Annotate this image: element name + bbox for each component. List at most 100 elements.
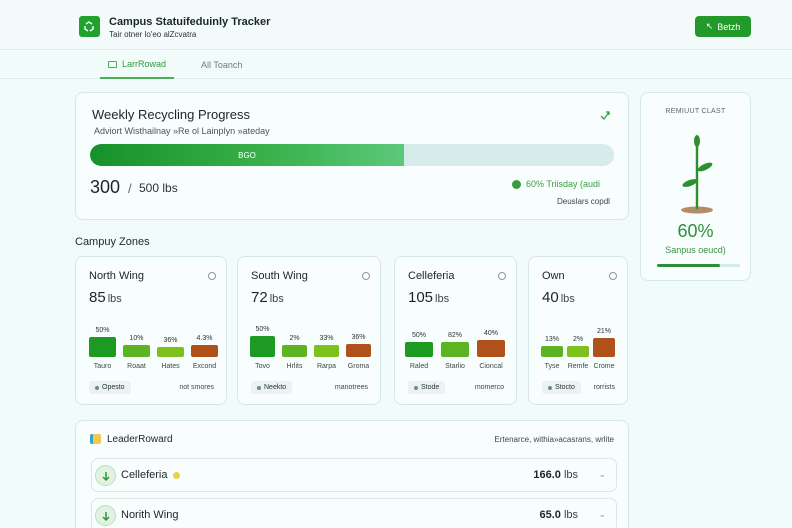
info-icon[interactable] — [498, 272, 506, 280]
plant-icon — [681, 135, 713, 214]
zone-weight-value: 105 — [408, 289, 434, 306]
leaderboard-name: Norith Wing — [121, 509, 178, 521]
dot-icon — [257, 385, 261, 390]
side-progress-bar — [657, 264, 740, 267]
refresh-icon[interactable] — [599, 109, 611, 121]
zone-weight-value: 85 — [89, 289, 106, 306]
leaderboard-name: Celleferia — [121, 469, 181, 481]
zone-weight-unit: lbs — [560, 293, 575, 305]
leaderboard-card: LeaderRoward Ertenarce, withia»acasrans,… — [75, 420, 629, 528]
zone-weight: 85 lbs — [89, 289, 122, 306]
dot-icon — [95, 385, 99, 390]
zone-bar-value: 2% — [289, 335, 300, 342]
zone-chart: 13% 2% 21% — [529, 315, 627, 357]
zone-bar — [441, 342, 469, 357]
leaf-icon — [101, 471, 110, 481]
side-title: REMIUUT CLAST — [665, 108, 726, 115]
info-icon[interactable] — [609, 272, 617, 280]
progress-current: 300 — [90, 177, 121, 197]
zone-avatar — [95, 465, 116, 486]
zone-bar — [405, 342, 433, 357]
zone-note: not smores — [179, 384, 214, 391]
zone-bar — [314, 345, 339, 357]
zone-bar-category: Rarpa — [316, 363, 337, 370]
info-icon[interactable] — [362, 272, 370, 280]
zone-card[interactable]: Own 40 lbs Tyse Remfe Crome 13% 2% 21% Stocto rorr… — [528, 256, 628, 405]
zone-tag[interactable]: Stocto — [542, 381, 581, 394]
zone-tag-label: Neekto — [264, 384, 287, 391]
leaderboard-name-text: Norith Wing — [121, 509, 179, 521]
zone-name: Own — [542, 270, 565, 282]
goal-side-card: REMIUUT CLAST 60% Sanpus oeucd) — [640, 92, 751, 281]
zone-bar — [541, 346, 563, 357]
zone-bar-category: Raled — [409, 363, 429, 370]
zone-weight-unit: lbs — [107, 293, 122, 305]
zone-note: momerco — [474, 384, 504, 391]
zone-bar-category: Tauro — [93, 363, 112, 370]
chevron-down-icon[interactable]: ⌄ — [598, 469, 606, 480]
leaderboard-row[interactable]: Norith Wing 65.0 lbs ⌄ — [91, 498, 617, 528]
zone-name: Celleferia — [408, 270, 455, 282]
zone-tag-label: Stode — [421, 384, 440, 391]
progress-title: Weekly Recycling Progress — [92, 107, 250, 122]
check-icon — [512, 179, 521, 189]
recycle-icon — [84, 21, 94, 32]
tab-label: LarrRowad — [122, 59, 167, 69]
progress-bar: BGO — [90, 144, 614, 166]
zone-tag[interactable]: Neekto — [251, 381, 293, 394]
zone-card[interactable]: South Wing 72 lbs Tovo Hrlits Rarpa Groma 50% 2%… — [237, 256, 381, 405]
trophy-icon — [90, 434, 101, 444]
tab-leaderboard[interactable]: LarrRowad — [100, 51, 174, 79]
leaderboard-value-number: 65.0 — [539, 509, 561, 521]
dot-icon — [548, 385, 552, 390]
progress-bar-label: BGO — [238, 150, 256, 160]
zone-tag[interactable]: Stode — [408, 381, 446, 394]
progress-goal: 500 lbs — [139, 181, 178, 195]
zone-bar-value: 21% — [596, 328, 611, 335]
progress-footer: Deuslars copdl — [557, 197, 610, 206]
badge-icon — [173, 471, 181, 479]
zone-bar-value: 50% — [411, 332, 426, 339]
zone-weight-value: 72 — [251, 289, 268, 306]
zone-weight-unit: lbs — [435, 293, 450, 305]
zone-name: North Wing — [89, 270, 145, 282]
zone-bar — [123, 345, 150, 357]
tab-all[interactable]: All Toanch — [201, 51, 242, 79]
zone-avatar — [95, 505, 116, 526]
zone-bar-category: Excond — [192, 363, 217, 370]
zone-bar — [157, 347, 184, 357]
header-action-button[interactable]: ↖ Betzh — [695, 16, 751, 37]
zones-title: Campuy Zones — [75, 236, 150, 248]
chevron-down-icon[interactable]: ⌄ — [598, 509, 606, 520]
progress-percent: 60% Triisday (audi — [512, 179, 600, 189]
zone-bar-value: 50% — [95, 327, 110, 334]
zone-weight: 72 lbs — [251, 289, 284, 306]
zone-bar — [567, 346, 589, 357]
progress-subtitle: Adviort Wisthailnay »Re ol Lainplyn »ate… — [94, 126, 270, 136]
zone-bar-category: Hates — [161, 363, 180, 370]
app-subtitle: Tair otner lo'eo alZcvatra — [109, 30, 197, 39]
zone-bar-value: 33% — [319, 335, 334, 342]
leaderboard-value: 166.0 lbs — [533, 469, 578, 481]
weekly-progress-card: Weekly Recycling Progress Adviort Wistha… — [75, 92, 629, 220]
zone-card[interactable]: North Wing 85 lbs Tauro Roaat Hates Excond 50% 1… — [75, 256, 227, 405]
zone-card[interactable]: Celleferia 105 lbs Raled Starlio Cioncal 50% 82… — [394, 256, 517, 405]
zone-weight-unit: lbs — [269, 293, 284, 305]
leaderboard-title: LeaderRoward — [107, 434, 173, 445]
leaderboard-row[interactable]: Celleferia 166.0 lbs ⌄ — [91, 458, 617, 492]
zone-bar-value: 36% — [163, 337, 178, 344]
leaderboard-name-text: Celleferia — [121, 469, 168, 481]
info-icon[interactable] — [208, 272, 216, 280]
zone-bar-category: Starlio — [445, 363, 465, 370]
leaf-icon — [101, 511, 110, 521]
tab-bar: LarrRowad All Toanch — [0, 51, 792, 79]
zone-chart: 50% 2% 33% 36% — [238, 315, 380, 357]
zone-tag[interactable]: Opesto — [89, 381, 131, 394]
leaderboard-note: Ertenarce, withia»acasrans, wrlite — [494, 435, 614, 444]
zone-bar — [346, 344, 371, 357]
arrow-icon: ↖ — [705, 21, 714, 31]
progress-separator: / — [128, 181, 132, 196]
app-header: Campus Statuifeduinly Tracker Tair otner… — [0, 0, 792, 50]
zone-bar-value: 2% — [572, 336, 584, 343]
zone-name: South Wing — [251, 270, 308, 282]
